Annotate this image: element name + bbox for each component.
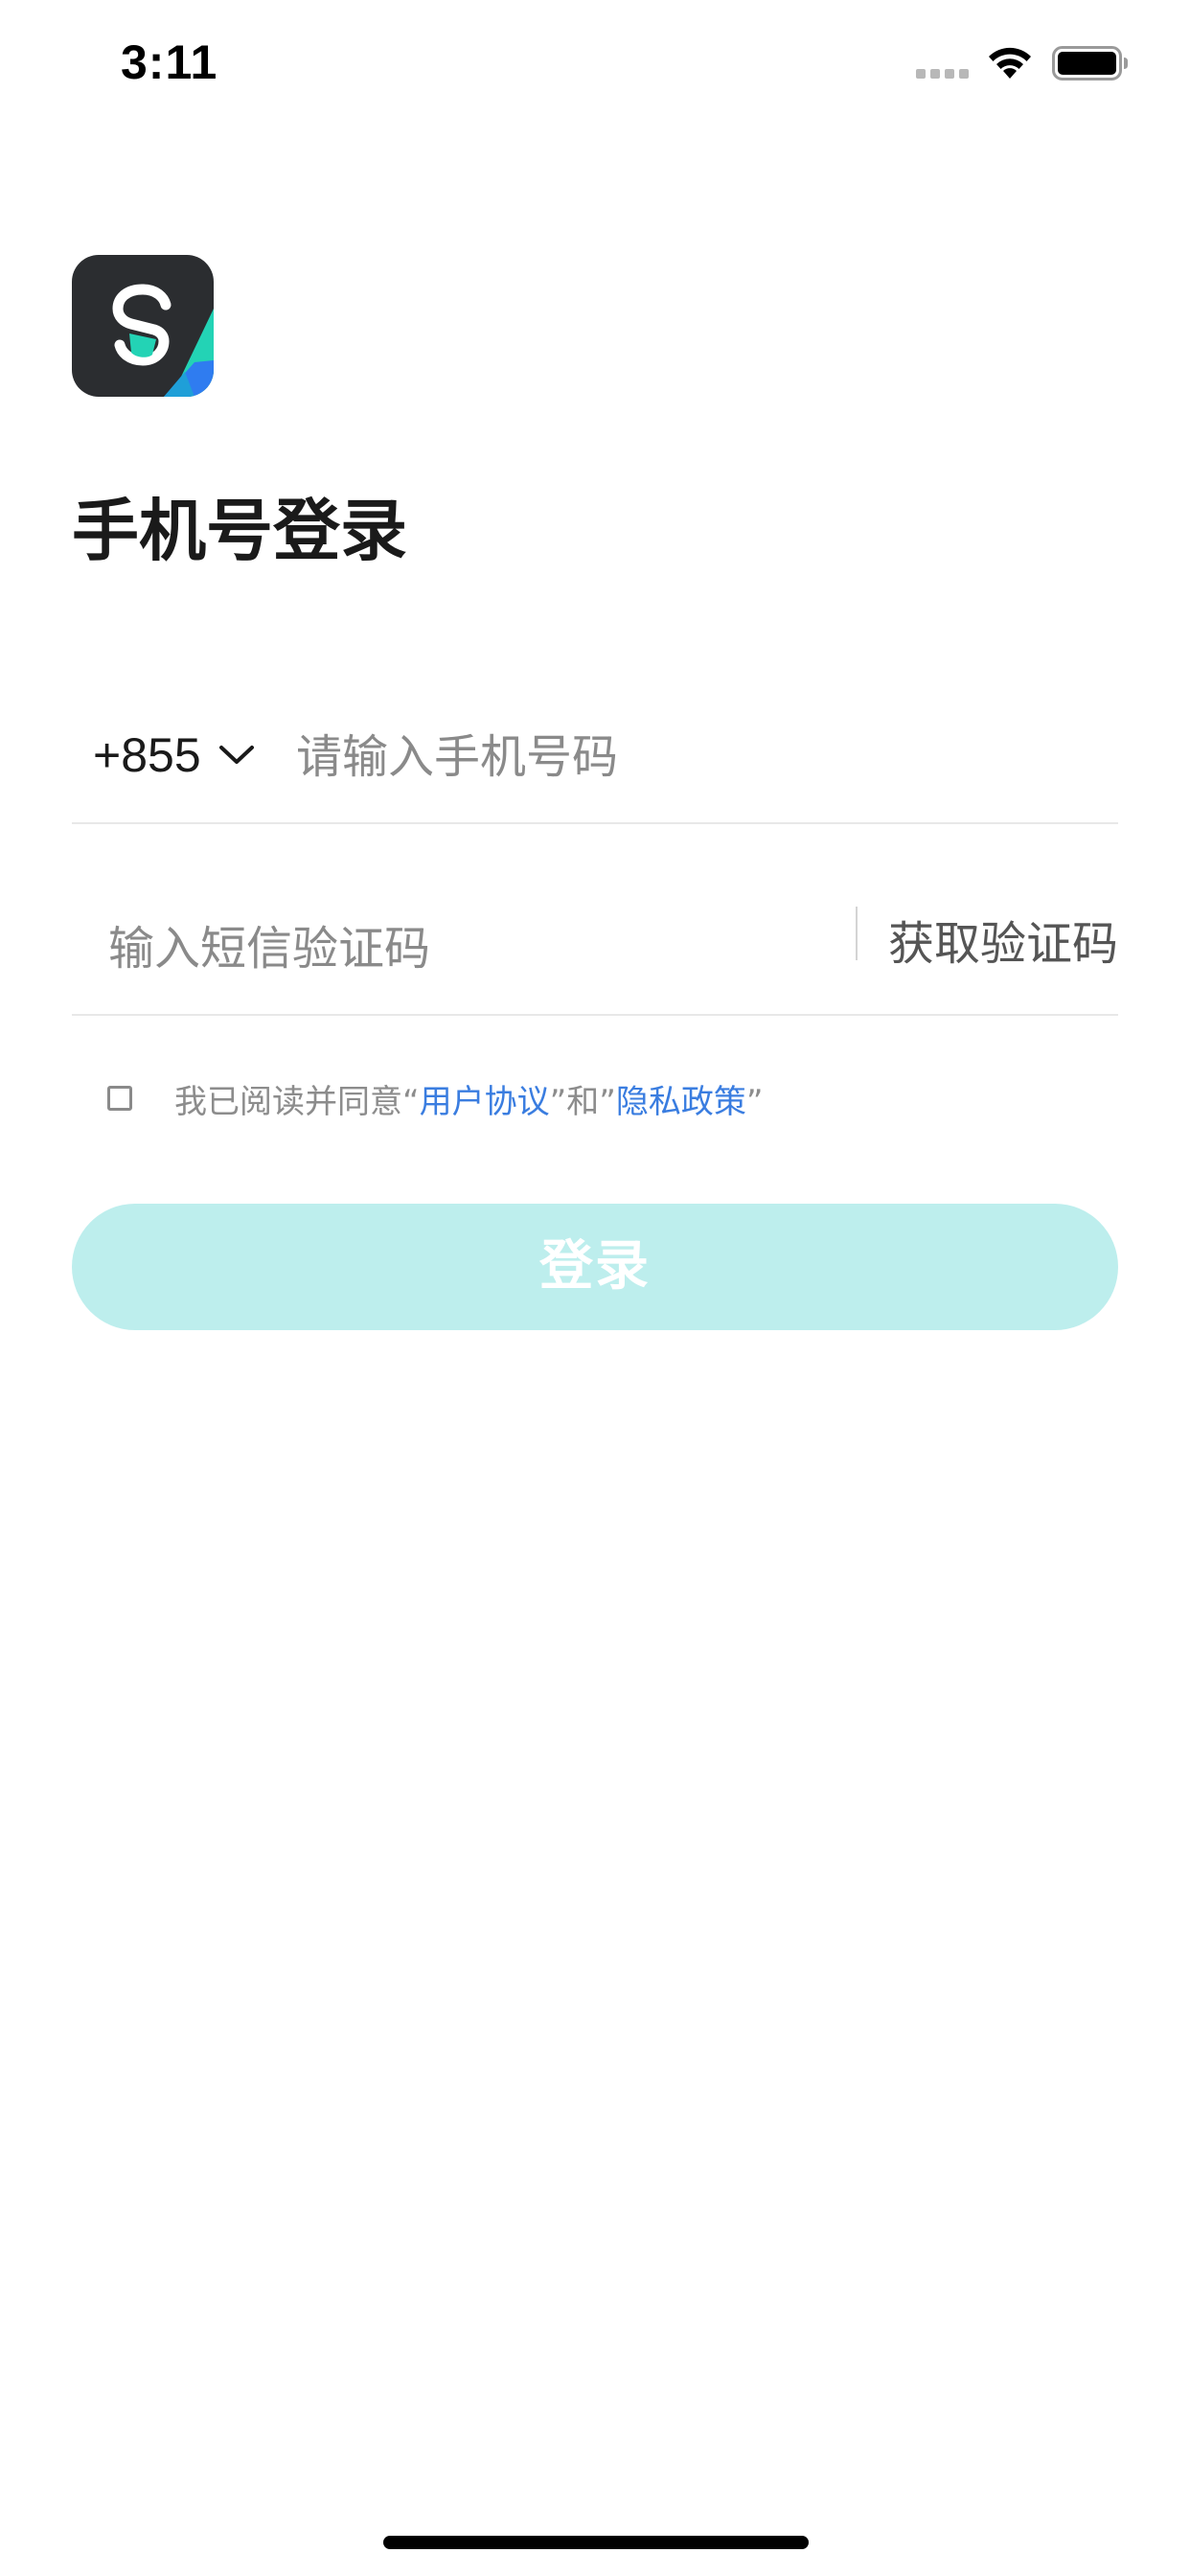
user-agreement-link[interactable]: 用户协议: [420, 1083, 550, 1121]
cellular-signal-icon: [916, 69, 969, 79]
agreement-row: 我已阅读并同意“用户协议”和”隐私政策”: [107, 1070, 763, 1127]
app-logo-icon: [72, 255, 214, 397]
agreement-text: 我已阅读并同意“用户协议”和”隐私政策”: [174, 1075, 763, 1122]
agreement-middle: ”和”: [549, 1082, 616, 1121]
status-time: 3:11: [121, 35, 218, 89]
agreement-suffix: ”: [745, 1082, 764, 1121]
phone-number-input[interactable]: [294, 713, 1064, 801]
agreement-checkbox[interactable]: [107, 1086, 132, 1111]
verification-code-row: 获取验证码: [72, 884, 1118, 1016]
country-code-selector[interactable]: +855: [93, 707, 255, 803]
agreement-prefix: 我已阅读并同意“: [174, 1082, 420, 1121]
login-button[interactable]: 登录: [72, 1204, 1118, 1330]
privacy-policy-link[interactable]: 隐私政策: [616, 1083, 746, 1121]
home-indicator: [383, 2536, 809, 2549]
get-code-button[interactable]: 获取验证码: [888, 901, 1118, 987]
country-code-label: +855: [93, 728, 201, 782]
phone-row: +855: [72, 690, 1118, 824]
battery-icon: [1052, 46, 1128, 80]
wifi-icon: [989, 47, 1031, 79]
app-logo: [72, 255, 214, 397]
chevron-down-icon: [218, 746, 254, 764]
page-title: 手机号登录: [72, 492, 407, 570]
status-bar: 3:11: [0, 0, 1190, 126]
sms-code-input[interactable]: [106, 905, 858, 993]
code-divider: [856, 907, 858, 960]
